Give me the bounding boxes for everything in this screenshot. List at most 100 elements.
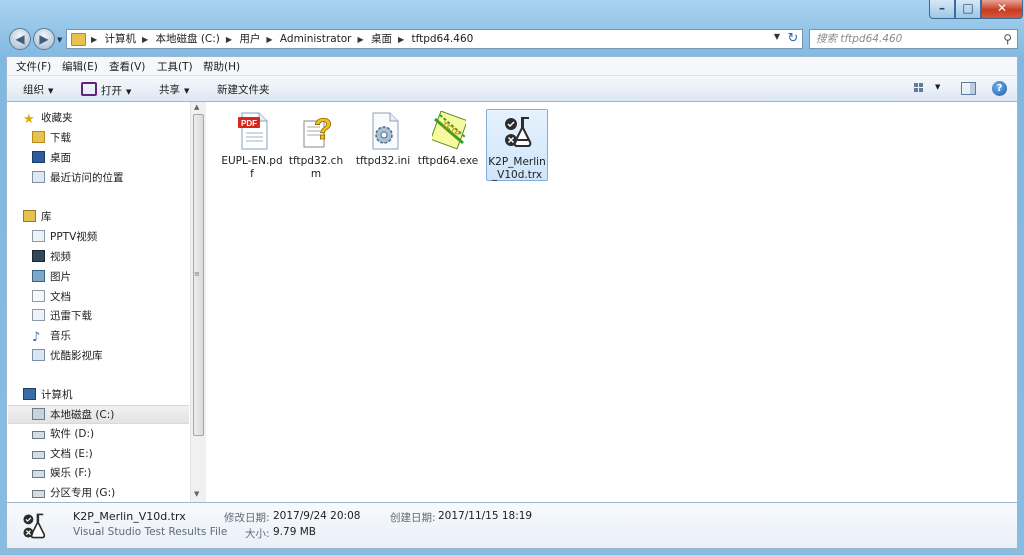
search-box: ⚲ [809, 29, 1018, 49]
sidebar-item-label: 桌面 [50, 152, 71, 164]
visual-studio-icon [81, 82, 97, 96]
created-date-value: 2017/11/15 18:19 [438, 510, 533, 522]
downloads-folder-icon [32, 131, 45, 143]
breadcrumb-separator-icon[interactable]: ▶ [266, 35, 272, 44]
sidebar-item-music[interactable]: ♪ 音乐 [32, 327, 71, 346]
refresh-icon[interactable]: ↻ [784, 30, 802, 48]
size-value: 9.79 MB [273, 526, 316, 538]
hard-drive-icon [32, 470, 45, 478]
share-label: 共享 [159, 84, 180, 96]
sidebar-item-drive-g[interactable]: 分区专用 (G:) [32, 484, 115, 502]
computer-icon [23, 388, 36, 400]
recent-pages-chevron-icon[interactable]: ▼ [57, 36, 62, 44]
sidebar-item-label: 视频 [50, 251, 71, 263]
breadcrumb-separator-icon[interactable]: ▶ [357, 35, 363, 44]
sidebar-item-recent-places[interactable]: 最近访问的位置 [32, 169, 124, 188]
file-item-selected[interactable]: K2P_Merlin_V10d.trx [486, 109, 548, 181]
scroll-up-arrow-icon[interactable]: ▲ [194, 103, 199, 111]
explorer-window: – □ ✕ ◀ ▶ ▼ ▶ 计算机 ▶ 本地磁盘 (C:) ▶ 用户 ▶ Admini… [0, 0, 1024, 555]
sidebar-item-drive-d[interactable]: 软件 (D:) [32, 425, 94, 444]
breadcrumb-separator-icon[interactable]: ▶ [142, 35, 148, 44]
breadcrumb-computer[interactable]: 计算机 [105, 33, 137, 45]
scrollbar-grip-icon: ≡ [194, 270, 200, 278]
menu-edit[interactable]: 编辑(E) [62, 59, 98, 74]
selected-file-name: K2P_Merlin_V10d.trx [73, 510, 186, 523]
help-icon[interactable]: ? [992, 81, 1007, 96]
search-input[interactable] [816, 32, 996, 46]
details-pane: K2P_Merlin_V10d.trx Visual Studio Test R… [6, 502, 1018, 549]
scroll-down-arrow-icon[interactable]: ▼ [194, 490, 199, 498]
sidebar-item-label: 本地磁盘 (C:) [50, 409, 115, 421]
menu-help[interactable]: 帮助(H) [203, 59, 240, 74]
menu-bar: 文件(F) 编辑(E) 查看(V) 工具(T) 帮助(H) [6, 56, 1018, 75]
sidebar-group-favorites[interactable]: ★ 收藏夹 [23, 109, 73, 128]
sidebar-item-downloads[interactable]: 下载 [32, 129, 71, 148]
address-history-dropdown-icon[interactable]: ▼ [774, 32, 780, 41]
breadcrumb-users[interactable]: 用户 [239, 33, 260, 45]
help-file-icon: ? [303, 113, 333, 148]
file-item[interactable]: tftpd32.ini [352, 109, 414, 181]
breadcrumb-administrator[interactable]: Administrator [280, 33, 352, 45]
change-view-icon[interactable] [913, 81, 929, 96]
chevron-down-icon: ▼ [184, 87, 190, 95]
breadcrumb-separator-icon[interactable]: ▶ [226, 35, 232, 44]
search-icon[interactable]: ⚲ [1003, 32, 1012, 46]
library-icon [23, 210, 36, 222]
view-options-chevron-icon[interactable]: ▼ [935, 83, 940, 91]
sidebar-item-videos[interactable]: 视频 [32, 248, 71, 267]
maximize-button[interactable]: □ [955, 0, 981, 19]
sidebar-item-label: 图片 [50, 271, 71, 283]
open-button[interactable]: 打开 ▼ [81, 82, 131, 98]
sidebar-item-youku-library[interactable]: 优酷影视库 [32, 347, 103, 366]
file-name: tftpd32.chm [288, 155, 344, 180]
menu-file[interactable]: 文件(F) [16, 59, 51, 74]
sidebar-item-pptv-video[interactable]: PPTV视频 [32, 228, 97, 247]
share-button[interactable]: 共享 ▼ [159, 82, 189, 97]
breadcrumb-separator-icon[interactable]: ▶ [91, 35, 97, 44]
forward-button[interactable]: ▶ [33, 28, 55, 50]
back-button[interactable]: ◀ [9, 28, 31, 50]
breadcrumb-separator-icon[interactable]: ▶ [398, 35, 404, 44]
sidebar-item-label: PPTV视频 [50, 231, 98, 243]
organize-button[interactable]: 组织 ▼ [23, 82, 53, 97]
sidebar-group-libraries[interactable]: 库 [23, 208, 52, 227]
sidebar-group-label: 计算机 [41, 389, 73, 401]
new-folder-button[interactable]: 新建文件夹 [217, 82, 270, 97]
close-button[interactable]: ✕ [981, 0, 1023, 19]
selected-file-type: Visual Studio Test Results File [73, 526, 228, 538]
navigation-scrollbar[interactable]: ▲ ≡ ▼ [190, 102, 206, 502]
videos-icon [32, 250, 45, 262]
file-item[interactable]: ? tftpd32.chm [285, 109, 347, 181]
svg-text:?: ? [314, 113, 332, 146]
address-bar[interactable]: ▶ 计算机 ▶ 本地磁盘 (C:) ▶ 用户 ▶ Administrator ▶ 桌面 ▶… [66, 29, 803, 49]
library-folder-icon [32, 230, 45, 242]
file-item[interactable]: PDF EUPL-EN.pdf [221, 109, 283, 181]
config-file-icon [372, 112, 399, 150]
tftp-exe-icon: TFTP [432, 111, 466, 150]
file-list: PDF EUPL-EN.pdf ? tftpd32.chm tftpd32.in… [207, 102, 1017, 502]
menu-view[interactable]: 查看(V) [109, 59, 145, 74]
sidebar-item-thunder-downloads[interactable]: 迅雷下载 [32, 307, 92, 326]
breadcrumb-drive-c[interactable]: 本地磁盘 (C:) [156, 33, 220, 45]
command-bar: 组织 ▼ 打开 ▼ 共享 ▼ 新建文件夹 ▼ ? [6, 75, 1018, 102]
modified-date-label: 修改日期: [224, 512, 270, 524]
pdf-file-icon: PDF [238, 112, 268, 150]
sidebar-group-computer[interactable]: 计算机 [23, 386, 73, 405]
hard-drive-icon [32, 451, 45, 459]
menu-tools[interactable]: 工具(T) [157, 59, 193, 74]
breadcrumb-current-folder[interactable]: tftpd64.460 [411, 33, 473, 45]
breadcrumb-desktop[interactable]: 桌面 [371, 33, 392, 45]
sidebar-item-drive-f[interactable]: 娱乐 (F:) [32, 464, 91, 483]
file-item[interactable]: TFTP tftpd64.exe [417, 109, 479, 181]
preview-pane-icon[interactable] [961, 82, 976, 95]
sidebar-item-label: 娱乐 (F:) [50, 467, 92, 479]
sidebar-item-desktop[interactable]: 桌面 [32, 149, 71, 168]
sidebar-item-label: 下载 [50, 132, 71, 144]
minimize-button[interactable]: – [929, 0, 955, 19]
sidebar-item-drive-c[interactable]: 本地磁盘 (C:) [8, 405, 189, 424]
file-name: tftpd64.exe [417, 155, 479, 167]
sidebar-item-label: 文档 (E:) [50, 448, 93, 460]
sidebar-item-pictures[interactable]: 图片 [32, 268, 71, 287]
sidebar-item-documents[interactable]: 文档 [32, 288, 71, 307]
sidebar-item-drive-e[interactable]: 文档 (E:) [32, 445, 93, 464]
